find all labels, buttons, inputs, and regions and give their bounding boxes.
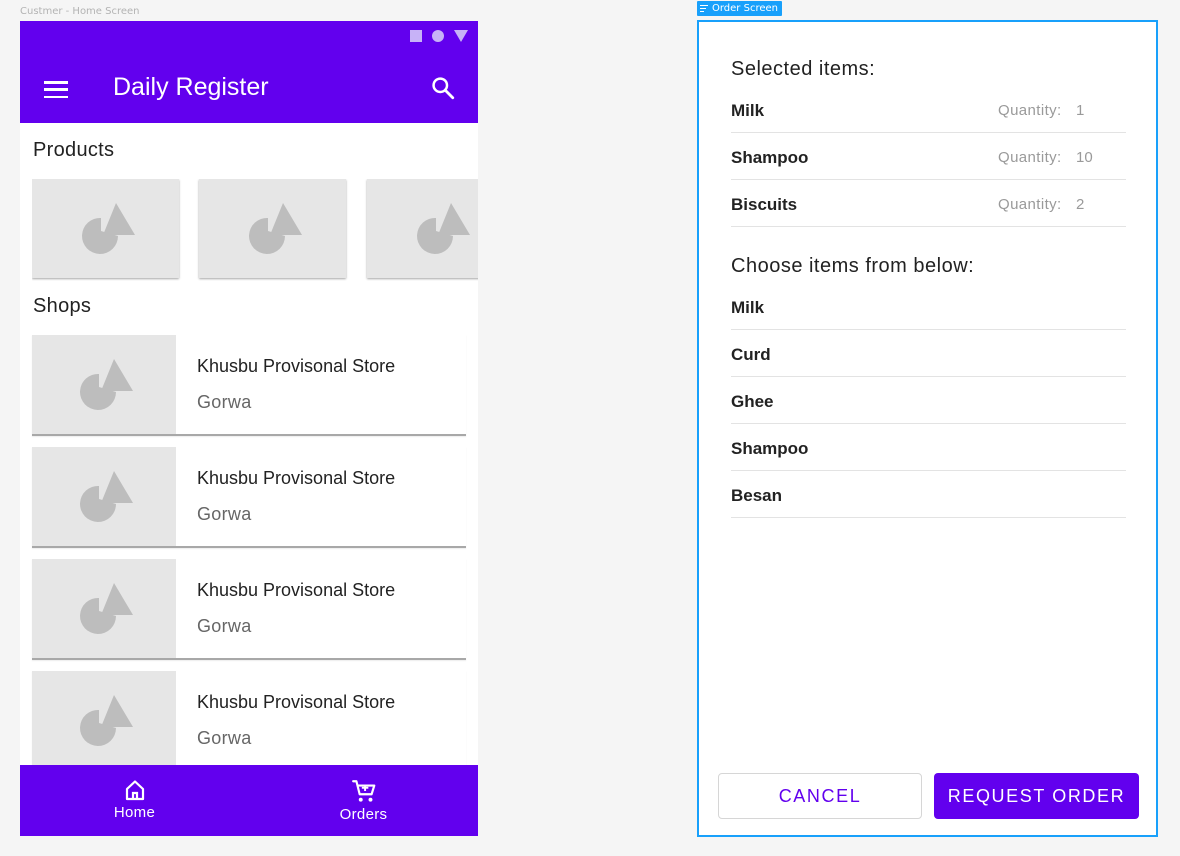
shop-location: Gorwa [197, 728, 252, 748]
selected-item-name: Biscuits [731, 195, 798, 214]
home-screen: Daily Register Products Shops Khusbu Pro… [20, 21, 478, 836]
selected-items-title: Selected items: [731, 58, 876, 80]
quantity-label: Quantity: [998, 149, 1062, 166]
choose-item-row[interactable]: Besan [731, 471, 1126, 518]
shop-thumbnail [32, 447, 176, 546]
menu-icon[interactable] [44, 81, 68, 98]
shop-name: Khusbu Provisonal Store [197, 692, 396, 712]
quantity-label: Quantity: [998, 102, 1062, 119]
image-placeholder-icon [80, 582, 133, 634]
quantity-label: Quantity: [998, 196, 1062, 213]
shop-card[interactable]: Khusbu Provisonal Store Gorwa [32, 447, 466, 548]
shop-thumbnail [32, 559, 176, 658]
image-placeholder-icon [248, 202, 302, 254]
selected-item-row[interactable]: Shampoo Quantity: 10 [731, 133, 1126, 180]
shop-name: Khusbu Provisonal Store [197, 356, 396, 376]
status-square-icon [410, 30, 422, 42]
selected-item-row[interactable]: Biscuits Quantity: 2 [731, 180, 1126, 227]
shop-location: Gorwa [197, 504, 252, 524]
shop-name: Khusbu Provisonal Store [197, 468, 396, 488]
shop-card[interactable]: Khusbu Provisonal Store Gorwa [32, 559, 466, 660]
choose-items-title: Choose items from below: [731, 255, 975, 277]
order-frame-label: Order Screen [712, 3, 778, 14]
choose-item-name: Curd [731, 345, 771, 364]
choose-item-name: Besan [731, 486, 783, 505]
quantity-value: 1 [1076, 102, 1085, 119]
nav-home-label: Home [113, 804, 156, 821]
shop-location: Gorwa [197, 616, 252, 636]
image-placeholder-icon [80, 470, 133, 522]
shop-name: Khusbu Provisonal Store [197, 580, 396, 600]
shop-location: Gorwa [197, 392, 252, 412]
order-screen: Selected items: Milk Quantity: 1 Shampoo… [697, 20, 1158, 837]
selected-item-name: Milk [731, 101, 765, 120]
choose-item-name: Shampoo [731, 439, 809, 458]
shop-thumbnail [32, 671, 176, 770]
choose-item-row[interactable]: Milk [731, 283, 1126, 330]
home-icon [125, 780, 144, 801]
shops-title: Shops [33, 295, 92, 317]
cancel-button[interactable]: CANCEL [718, 773, 922, 819]
status-circle-icon [432, 30, 444, 42]
shop-thumbnail [32, 335, 176, 434]
choose-item-row[interactable]: Shampoo [731, 424, 1126, 471]
nav-orders[interactable]: Orders [249, 765, 478, 836]
product-card[interactable] [199, 179, 346, 278]
shop-card[interactable]: Khusbu Provisonal Store Gorwa [32, 335, 466, 436]
search-icon[interactable] [430, 75, 456, 101]
frame-icon [700, 4, 708, 13]
bottom-navigation: Home Orders [20, 765, 478, 836]
quantity-value: 10 [1076, 149, 1093, 166]
cart-icon [351, 780, 375, 802]
product-card[interactable] [367, 179, 478, 278]
selected-item-row[interactable]: Milk Quantity: 1 [731, 86, 1126, 133]
nav-orders-label: Orders [339, 806, 388, 823]
quantity-value: 2 [1076, 196, 1085, 213]
choose-item-name: Ghee [731, 392, 774, 411]
status-bar [410, 30, 468, 42]
products-carousel[interactable] [32, 179, 478, 281]
image-placeholder-icon [80, 694, 133, 746]
product-card[interactable] [32, 179, 179, 278]
image-placeholder-icon [416, 202, 470, 254]
shop-card[interactable]: Khusbu Provisonal Store Gorwa [32, 671, 466, 772]
choose-item-row[interactable]: Ghee [731, 377, 1126, 424]
products-title: Products [33, 139, 115, 161]
image-placeholder-icon [80, 358, 133, 410]
selected-item-name: Shampoo [731, 148, 809, 167]
nav-home[interactable]: Home [20, 765, 249, 836]
app-title: Daily Register [113, 73, 269, 101]
image-placeholder-icon [81, 202, 135, 254]
home-frame-label: Custmer - Home Screen [20, 6, 140, 17]
top-app-bar: Daily Register [20, 21, 478, 123]
status-triangle-icon [454, 30, 468, 42]
choose-item-row[interactable]: Curd [731, 330, 1126, 377]
choose-item-name: Milk [731, 298, 765, 317]
request-order-button[interactable]: REQUEST ORDER [934, 773, 1139, 819]
order-frame-tag: Order Screen [697, 1, 782, 16]
